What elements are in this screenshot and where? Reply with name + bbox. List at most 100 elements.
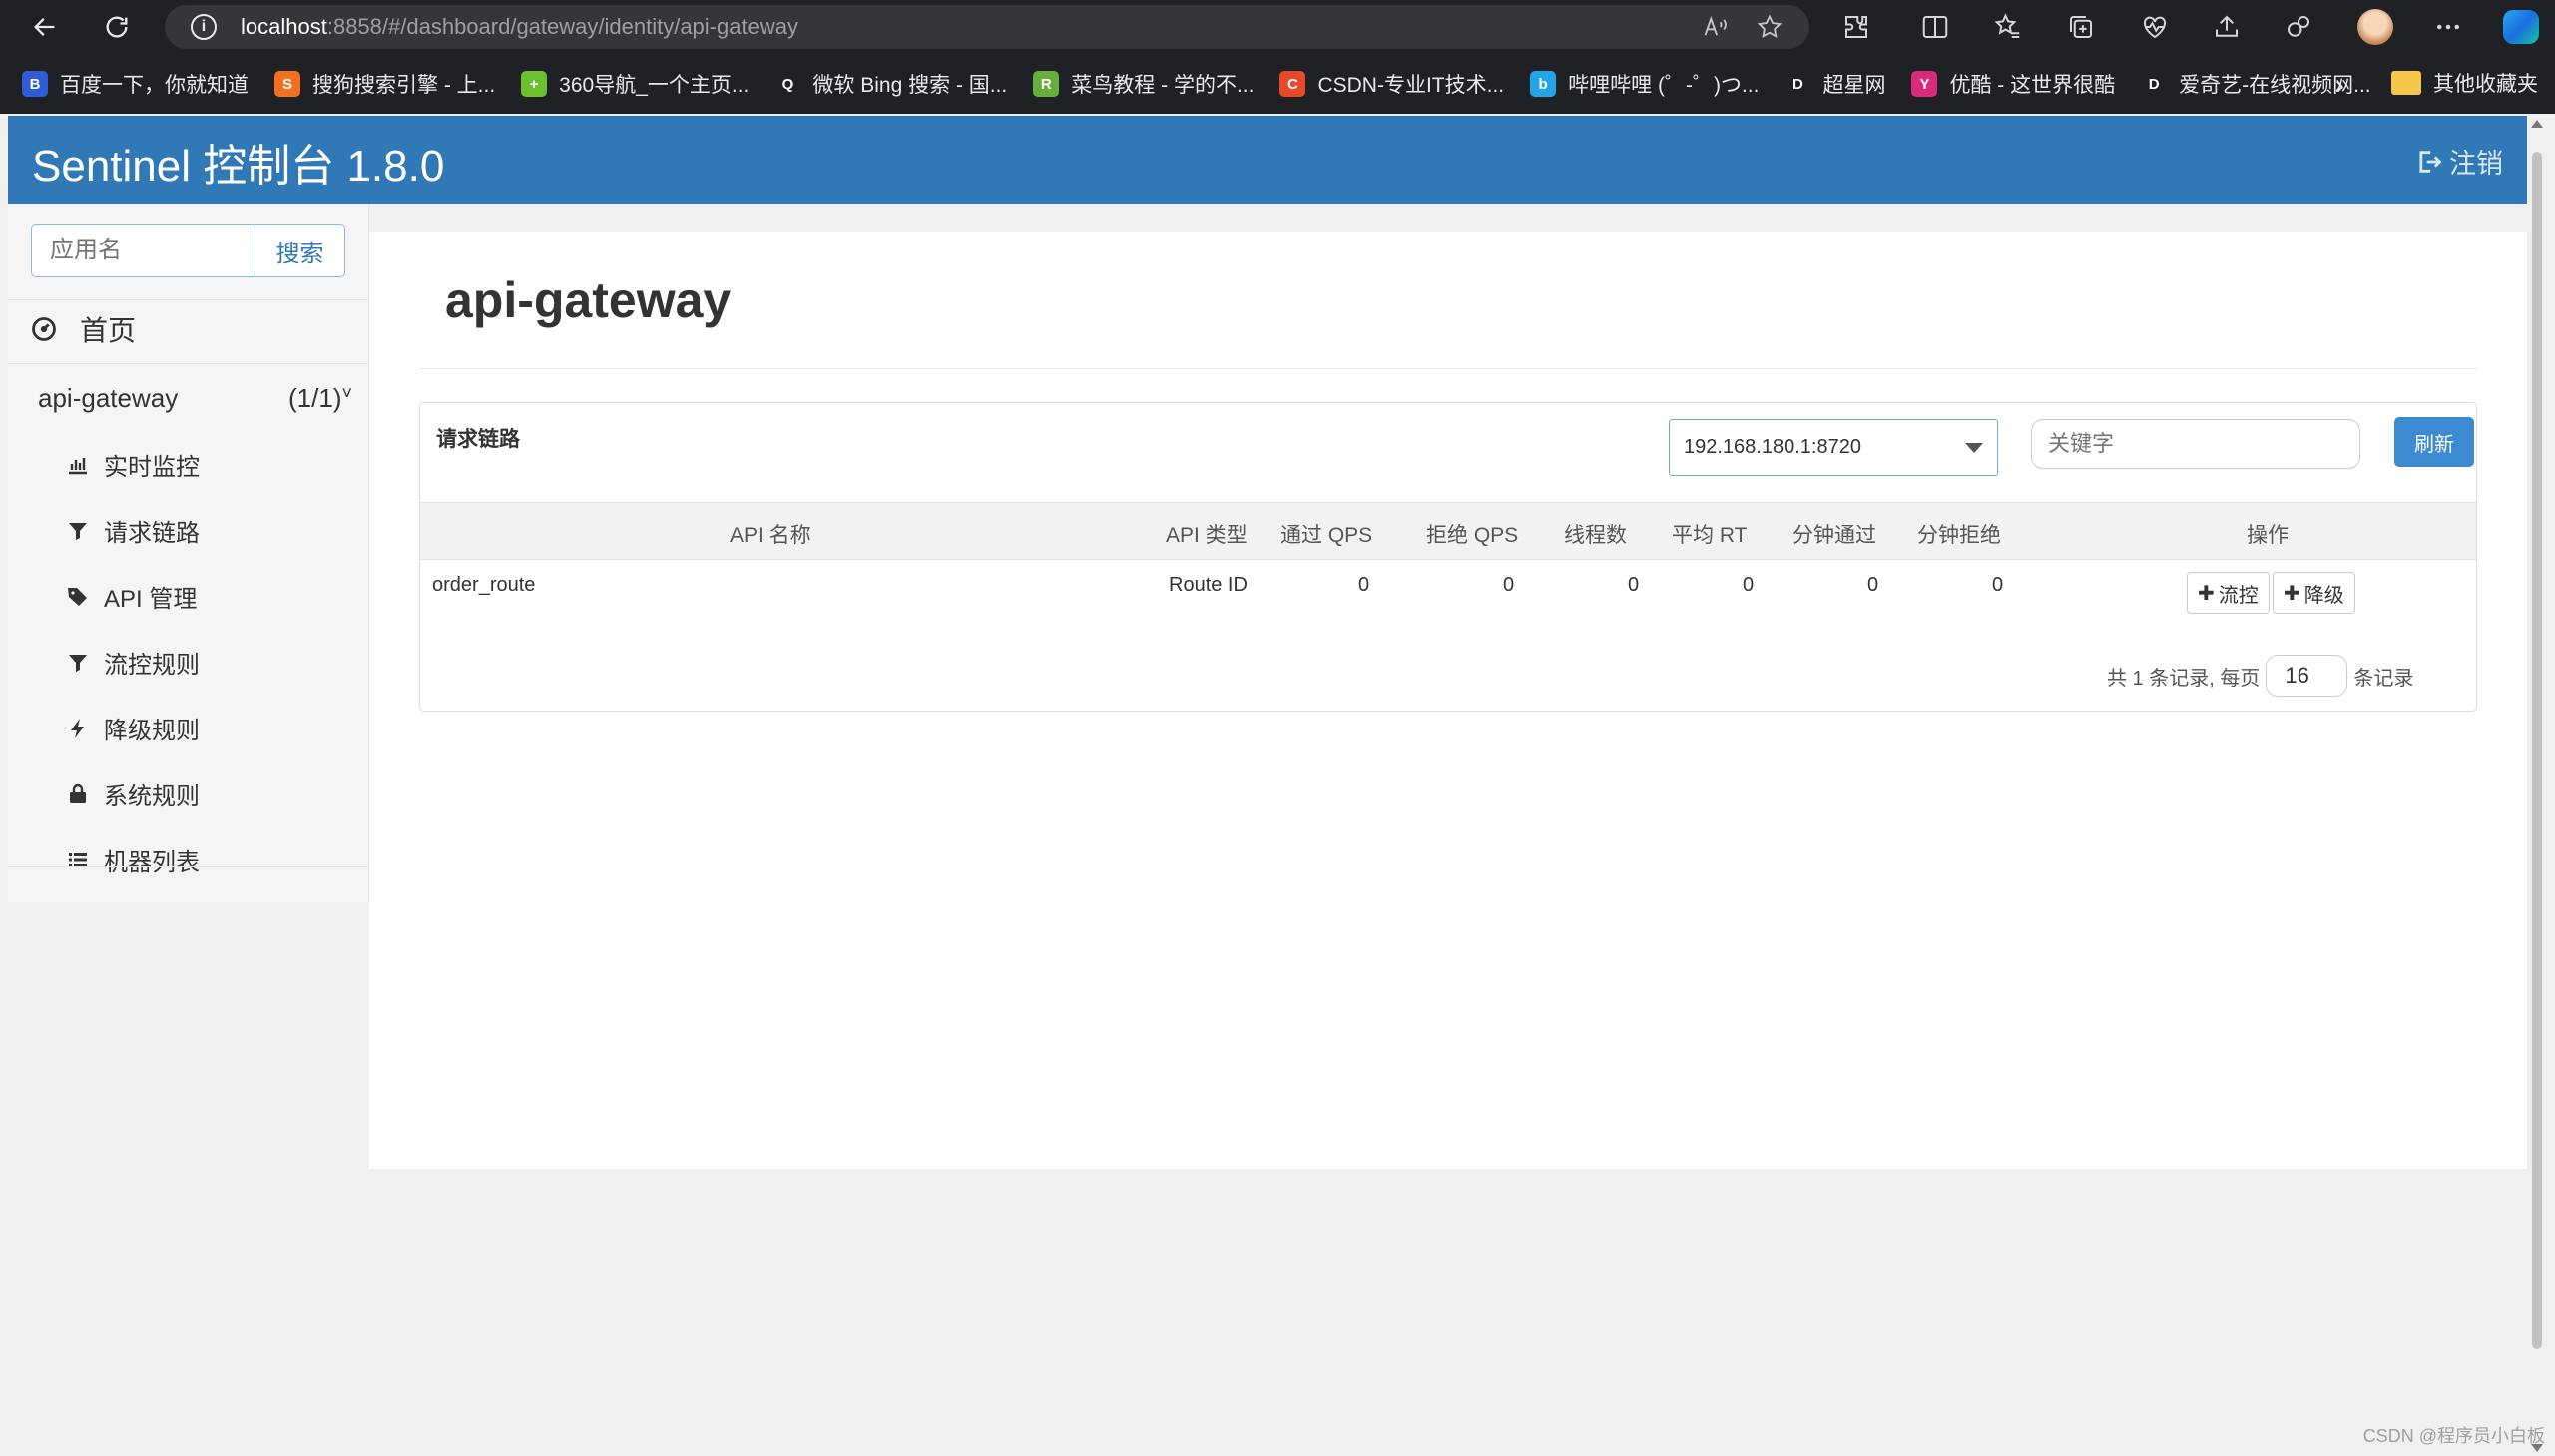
bookmark-item[interactable]: +360导航_一个主页... bbox=[521, 69, 749, 99]
avg-rt-cell: 0 bbox=[1743, 574, 1755, 596]
url-text[interactable]: localhost:8858/#/dashboard/gateway/ident… bbox=[241, 14, 798, 40]
page-scrollbar[interactable] bbox=[2527, 116, 2547, 1456]
sidebar-app-api-gateway[interactable]: api-gateway (1/1)˅ bbox=[38, 383, 352, 414]
table-header: API 名称 API 类型 通过 QPS 拒绝 QPS 线程数 平均 RT 分钟… bbox=[420, 502, 2476, 560]
sidebar-item-1[interactable]: 请求链路 bbox=[66, 513, 200, 548]
column-header: 拒绝 QPS bbox=[1426, 524, 1519, 547]
bookmark-favicon-icon: R bbox=[1033, 71, 1060, 97]
filter-icon bbox=[69, 522, 87, 540]
add-degrade-rule-button[interactable]: ✚ 降级 bbox=[2273, 572, 2355, 614]
sidebar-item-5[interactable]: 系统规则 bbox=[66, 776, 200, 811]
games-icon[interactable] bbox=[2284, 12, 2313, 42]
sidebar-divider bbox=[8, 363, 369, 364]
logout-button[interactable]: 注销 bbox=[2415, 142, 2503, 181]
browser-toolbar: i localhost:8858/#/dashboard/gateway/ide… bbox=[0, 0, 2555, 54]
sidebar-item-label: 请求链路 bbox=[104, 520, 200, 547]
logout-label: 注销 bbox=[2449, 149, 2503, 179]
extensions-icon[interactable] bbox=[1841, 12, 1871, 42]
column-header: 通过 QPS bbox=[1280, 524, 1373, 547]
flash-icon bbox=[71, 718, 84, 738]
bookmark-favicon-icon: D bbox=[2141, 71, 2168, 97]
sidebar-item-3[interactable]: 流控规则 bbox=[66, 645, 200, 680]
pagination: 共 1 条记录, 每页 16 条记录 bbox=[2107, 655, 2413, 697]
other-bookmarks-folder[interactable]: 其他收藏夹 bbox=[2391, 68, 2538, 98]
reload-icon[interactable] bbox=[94, 4, 140, 50]
column-header: 操作 bbox=[2247, 524, 2289, 547]
dashboard-icon bbox=[32, 317, 56, 341]
scroll-thumb[interactable] bbox=[2532, 152, 2542, 1349]
back-icon[interactable] bbox=[22, 4, 68, 50]
lock-icon bbox=[70, 783, 86, 803]
address-bar[interactable]: i localhost:8858/#/dashboard/gateway/ide… bbox=[165, 5, 1809, 49]
api-name-cell: order_route bbox=[432, 574, 536, 596]
collections-icon[interactable] bbox=[2066, 12, 2096, 42]
title-divider bbox=[419, 368, 2477, 369]
read-aloud-icon[interactable] bbox=[1702, 13, 1730, 41]
bookmark-item[interactable]: B 百度一下，你就知道 bbox=[22, 69, 249, 99]
scroll-up-icon[interactable] bbox=[2531, 120, 2543, 128]
machine-select[interactable]: 192.168.180.1:8720 bbox=[1669, 419, 1998, 476]
keyword-input[interactable] bbox=[2031, 419, 2360, 469]
bookmark-item[interactable]: D 超星网 bbox=[1785, 69, 1885, 99]
bookmark-label: 微软 Bing 搜索 - 国... bbox=[812, 74, 1008, 97]
favorites-icon[interactable] bbox=[1993, 12, 2023, 42]
bookmark-favicon-icon: + bbox=[521, 71, 548, 97]
other-bookmarks-label: 其他收藏夹 bbox=[2433, 73, 2538, 96]
watermark: CSDN @程序员小白板 bbox=[2362, 1426, 2545, 1446]
app-count: (1/1)˅ bbox=[288, 383, 352, 413]
sidebar-item-home[interactable]: 首页 bbox=[30, 309, 136, 349]
app-search: 搜索 bbox=[31, 224, 345, 277]
profile-avatar[interactable] bbox=[2357, 9, 2393, 45]
bookmark-favicon-icon: B bbox=[22, 71, 48, 97]
sidebar-divider bbox=[8, 866, 369, 867]
bookmark-item[interactable]: b 哔哩哔哩 (゜-゜)つ... bbox=[1530, 69, 1759, 99]
bookmark-item[interactable]: C CSDN-专业IT技术... bbox=[1279, 69, 1504, 99]
bookmark-item[interactable]: S 搜狗搜索引擎 - 上... bbox=[274, 69, 495, 99]
page-size-input[interactable]: 16 bbox=[2266, 655, 2348, 697]
bar-chart-icon bbox=[69, 457, 87, 474]
share-icon[interactable] bbox=[2212, 12, 2242, 42]
bookmark-label: 搜狗搜索引擎 - 上... bbox=[312, 74, 496, 97]
health-icon[interactable] bbox=[2140, 12, 2170, 42]
bookmark-label: 百度一下，你就知道 bbox=[60, 74, 249, 97]
sidebar-home-label: 首页 bbox=[80, 315, 137, 346]
main-content: api-gateway 请求链路 192.168.180.1:8720 刷新 A… bbox=[369, 232, 2527, 1169]
sidebar-item-6[interactable]: 机器列表 bbox=[66, 842, 200, 877]
machine-select-value: 192.168.180.1:8720 bbox=[1684, 436, 1861, 458]
split-screen-icon[interactable] bbox=[1920, 12, 1950, 42]
bookmark-label: 哔哩哔哩 (゜-゜)つ... bbox=[1568, 74, 1760, 97]
column-header: API 名称 bbox=[730, 524, 811, 547]
app-search-input[interactable] bbox=[31, 224, 256, 277]
sidebar-item-label: 流控规则 bbox=[104, 652, 200, 679]
bookmark-item[interactable]: Y 优酷 - 这世界很酷 bbox=[1911, 69, 2115, 99]
panel-title: 请求链路 bbox=[436, 428, 520, 451]
column-header: 线程数 bbox=[1564, 524, 1627, 547]
favorite-star-icon[interactable] bbox=[1756, 13, 1784, 41]
app-search-button[interactable]: 搜索 bbox=[256, 224, 345, 277]
table-row: order_route Route ID 0 0 0 0 0 0 ✚ 流控 ✚ 降级 bbox=[420, 560, 2476, 620]
minute-block-cell: 0 bbox=[1992, 574, 2004, 596]
sidebar-item-label: 降级规则 bbox=[104, 718, 200, 744]
copilot-icon[interactable] bbox=[2503, 10, 2539, 44]
bookmark-favicon-icon: D bbox=[1785, 71, 1811, 97]
bookmark-item[interactable]: Q 微软 Bing 搜索 - 国... bbox=[774, 69, 1007, 99]
minute-pass-cell: 0 bbox=[1867, 574, 1879, 596]
app-title[interactable]: Sentinel 控制台 1.8.0 bbox=[32, 130, 444, 194]
tags-icon bbox=[68, 587, 87, 606]
sidebar-item-2[interactable]: API 管理 bbox=[66, 579, 197, 614]
chevron-right-icon[interactable]: › bbox=[2335, 70, 2344, 101]
more-menu-icon[interactable] bbox=[2433, 12, 2463, 42]
bookmark-label: 360导航_一个主页... bbox=[559, 74, 750, 97]
sidebar: 搜索 首页 api-gateway (1/1)˅ 实时监控请求链路 API 管理流… bbox=[8, 204, 369, 902]
bookmark-favicon-icon: b bbox=[1530, 71, 1557, 97]
add-flow-rule-button[interactable]: ✚ 流控 bbox=[2187, 572, 2270, 614]
api-type-cell: Route ID bbox=[1169, 574, 1248, 596]
sidebar-item-0[interactable]: 实时监控 bbox=[66, 447, 200, 482]
app-header: Sentinel 控制台 1.8.0 注销 bbox=[8, 116, 2527, 204]
column-header: API 类型 bbox=[1166, 524, 1248, 547]
list-icon bbox=[69, 852, 87, 867]
refresh-button[interactable]: 刷新 bbox=[2394, 417, 2474, 467]
site-info-icon[interactable]: i bbox=[191, 14, 217, 40]
sidebar-item-4[interactable]: 降级规则 bbox=[66, 711, 200, 745]
bookmark-item[interactable]: R 菜鸟教程 - 学的不... bbox=[1033, 69, 1254, 99]
